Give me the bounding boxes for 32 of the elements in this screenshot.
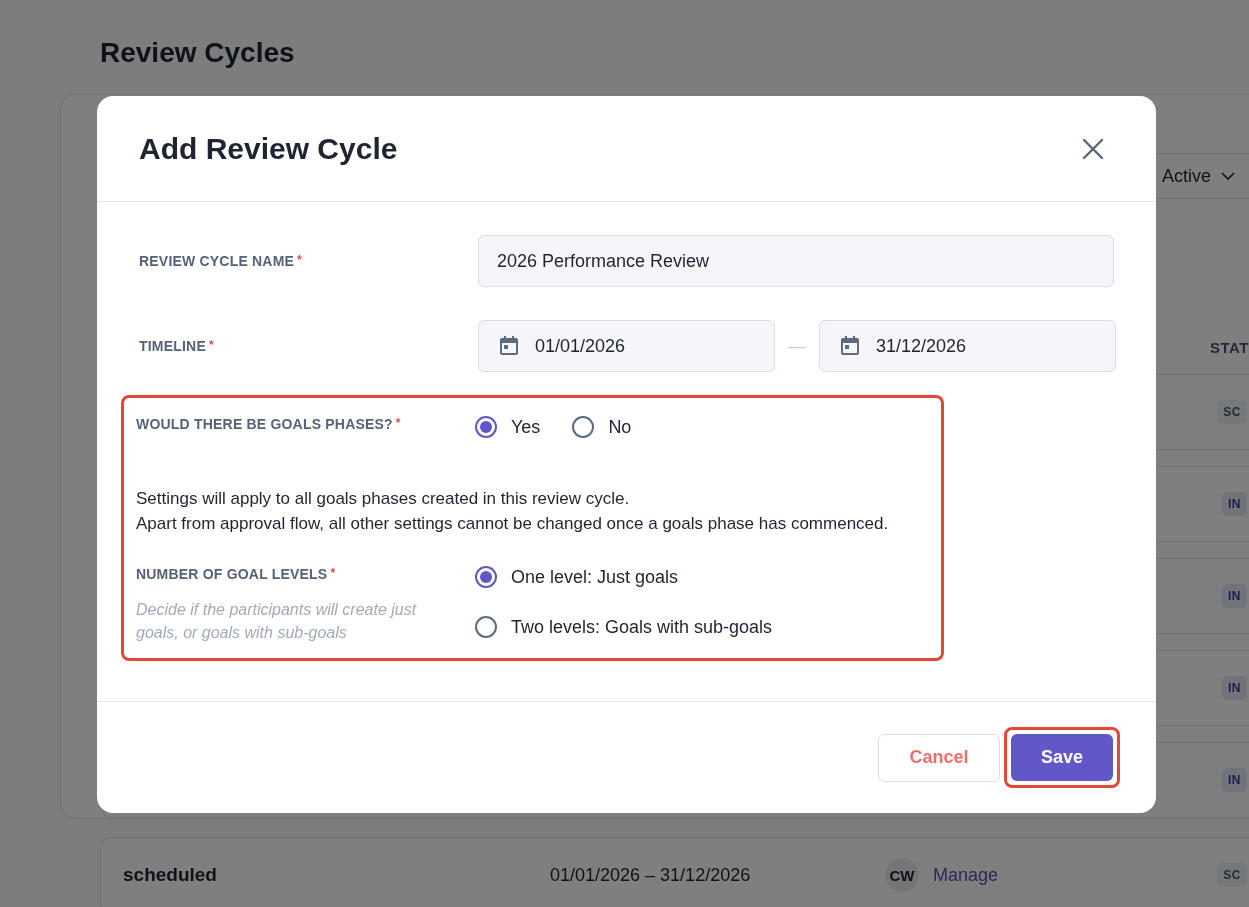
hint-text: Decide if the participants will create just goals, or goals with sub-goals (136, 600, 418, 643)
save-button[interactable]: Save (1011, 734, 1113, 781)
cycle-name: scheduled (123, 864, 218, 886)
status-badge: SC (1217, 400, 1247, 424)
calendar-icon (838, 334, 862, 358)
notice-text: Settings will apply to all goals phases created in this review cycle. (136, 488, 631, 510)
status-badge: IN (1222, 492, 1247, 516)
calendar-icon (497, 334, 521, 358)
field-label: REVIEW CYCLE NAME * (139, 253, 303, 269)
end-date-field[interactable]: 31/12/2026 (819, 320, 1116, 372)
field-label: NUMBER OF GOAL LEVELS * (136, 566, 337, 582)
cycle-dates: 01/01/2026 – 31/12/2026 (550, 864, 752, 886)
radio-option[interactable]: Two levels: Goals with sub-goals (475, 616, 929, 638)
avatar: CW (885, 858, 919, 892)
radio-option[interactable]: Yes (475, 416, 541, 438)
field-label: TIMELINE * (139, 338, 215, 354)
status-badge: IN (1222, 676, 1247, 700)
close-button[interactable] (1082, 137, 1104, 160)
status-badge: IN (1222, 584, 1247, 608)
dialog-title: Add Review Cycle (139, 131, 398, 166)
start-date-field[interactable]: 01/01/2026 (478, 320, 775, 372)
date-separator: — (787, 335, 807, 357)
radio-option[interactable]: No (572, 416, 632, 438)
notice-text: Apart from approval flow, all other settings cannot be changed once a goals phase has commenced. (136, 513, 890, 535)
chevron-down-icon (1221, 171, 1235, 181)
status-badge: IN (1222, 768, 1247, 792)
status-badge: SC (1217, 863, 1247, 887)
page-title: Review Cycles (100, 36, 296, 70)
radio-option[interactable]: One level: Just goals (475, 566, 929, 588)
name-field[interactable]: 2026 Performance Review (478, 235, 1114, 287)
field-label: WOULD THERE BE GOALS PHASES? * (136, 416, 402, 434)
column-header: STAT (1210, 339, 1249, 356)
